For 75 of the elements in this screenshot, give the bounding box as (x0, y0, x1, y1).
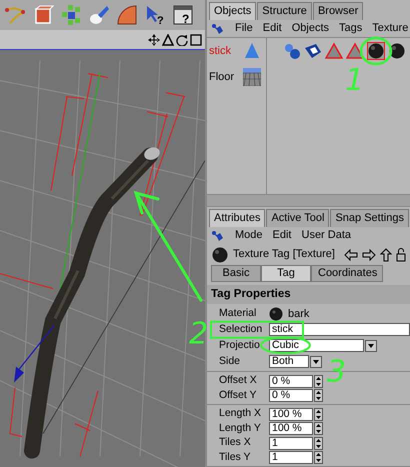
panel-tab[interactable]: Snap Settings (330, 209, 409, 227)
number-field[interactable]: 0 % (269, 389, 313, 402)
subtab[interactable]: Tag (261, 265, 311, 282)
help-window-icon[interactable]: ? (172, 4, 194, 26)
tag-title: Texture Tag [Texture] (233, 247, 335, 262)
back-arrow-icon[interactable] (344, 248, 358, 260)
up-arrow-icon[interactable] (380, 248, 392, 262)
field-label: Offset Y (219, 388, 258, 403)
annotation-circle (260, 336, 311, 354)
spinner-arrows-icon[interactable] (314, 422, 323, 435)
dropdown-caret-icon[interactable] (365, 340, 377, 352)
floor-icon[interactable] (243, 68, 261, 86)
field-label: Side (219, 354, 242, 369)
scale-icon[interactable] (162, 34, 174, 46)
field-label: Tiles Y (219, 450, 252, 465)
annotation-circle (360, 36, 392, 66)
field-label: Projectio (219, 338, 261, 353)
menu-item[interactable]: Edit (262, 20, 282, 37)
material-ball-icon[interactable] (269, 306, 283, 321)
dropdown-field[interactable]: Both (269, 355, 309, 368)
array-tool-icon[interactable] (60, 4, 82, 26)
menu-item[interactable]: Tags (339, 20, 362, 37)
pin-icon[interactable] (211, 230, 225, 242)
annotation-number: 3 (326, 354, 346, 390)
object-name[interactable]: Floor (209, 68, 239, 86)
number-field[interactable]: 100 % (269, 422, 313, 435)
tag-icon[interactable] (367, 42, 385, 60)
move-icon[interactable] (148, 34, 160, 46)
field-label: Selection (219, 322, 264, 337)
number-field[interactable]: 1 (269, 451, 313, 464)
pin-icon[interactable] (211, 22, 225, 34)
cube-tool-icon[interactable] (32, 4, 54, 26)
panel-tab[interactable]: Browser (312, 2, 364, 20)
material-name[interactable]: bark (288, 306, 310, 322)
text-field[interactable]: stick (269, 323, 410, 336)
panel-tab[interactable]: Active Tool (266, 209, 330, 227)
subtab[interactable]: Basic (211, 265, 261, 282)
menu-item[interactable]: File (235, 20, 253, 37)
menu-item[interactable]: Objects (292, 20, 329, 37)
sky-tool-icon[interactable] (116, 4, 138, 26)
field-label: Offset X (219, 373, 258, 388)
material-ball-icon (211, 246, 229, 264)
field-label: Material (219, 306, 258, 321)
spinner-arrows-icon[interactable] (314, 408, 323, 420)
field-label: Length Y (219, 420, 262, 436)
menu-item[interactable]: Mode (235, 227, 263, 244)
menu-item[interactable]: Texture (372, 20, 408, 37)
field-label: Tiles X (219, 435, 252, 450)
panel-tab[interactable]: Structure (257, 2, 312, 20)
spinner-arrows-icon[interactable] (314, 389, 323, 402)
number-field[interactable]: 100 % (269, 408, 313, 420)
number-field[interactable]: 0 % (269, 374, 313, 388)
menu-item[interactable]: Edit (272, 227, 292, 244)
annotation-number: 2 (189, 316, 208, 352)
panel-tab[interactable]: Attributes (209, 209, 266, 227)
field-label: Length X (219, 406, 262, 422)
number-field[interactable]: 1 (269, 436, 313, 450)
dropdown-caret-icon[interactable] (310, 356, 322, 368)
panel-tab[interactable]: Objects (209, 2, 256, 20)
subtab[interactable]: Coordinates (311, 265, 383, 282)
forward-arrow-icon[interactable] (362, 248, 376, 260)
annotation-number: 1 (345, 63, 364, 98)
lock-icon[interactable] (396, 248, 406, 262)
tag-icon[interactable] (304, 42, 322, 60)
z-axis-arrow (14, 325, 54, 383)
light-tool-icon[interactable] (88, 4, 110, 26)
menu-item[interactable]: User Data (302, 227, 352, 244)
spinner-arrows-icon[interactable] (314, 436, 323, 450)
scroll-bar[interactable] (207, 195, 410, 207)
rotate-icon[interactable] (176, 34, 188, 46)
spinner-arrows-icon[interactable] (314, 451, 323, 464)
spinner-arrows-icon[interactable] (314, 374, 323, 388)
maximize-icon[interactable] (190, 34, 202, 46)
dropdown-field[interactable]: Cubic (269, 339, 364, 352)
section-header: Tag Properties (207, 285, 410, 304)
